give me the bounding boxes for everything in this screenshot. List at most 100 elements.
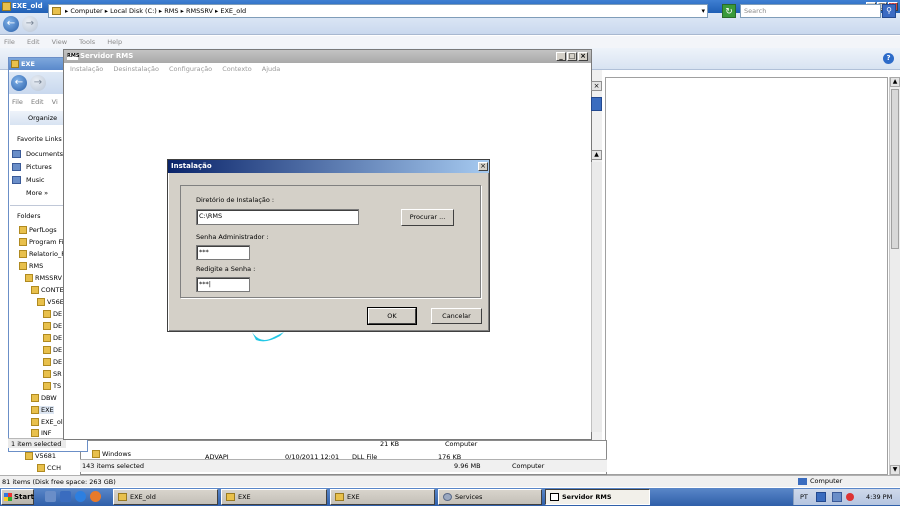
tree-item-selected[interactable]: EXE (31, 406, 54, 414)
refresh-icon[interactable]: ↻ (722, 4, 736, 18)
tree-item[interactable]: V56E (37, 298, 64, 306)
tray-app-icon[interactable] (832, 492, 842, 502)
menu-contexto[interactable]: Contexto (222, 65, 251, 73)
volume-icon[interactable] (846, 493, 854, 501)
background-close-icon[interactable]: × (591, 81, 602, 91)
menu-edit[interactable]: Edit (27, 38, 40, 46)
tree-item[interactable]: DE (43, 346, 62, 354)
minimize-button[interactable]: _ (556, 52, 566, 61)
background-scrollbar[interactable] (591, 162, 602, 432)
tree-item[interactable]: EXE_ol (31, 418, 63, 426)
menu-desinstalacao[interactable]: Desinstalação (113, 65, 159, 73)
scroll-up-icon[interactable]: ▲ (591, 150, 602, 160)
quicklaunch-app-icon[interactable] (90, 491, 101, 502)
ok-button[interactable]: OK (368, 308, 416, 324)
tree-item[interactable]: DE (43, 334, 62, 342)
tree-item[interactable]: PerfLogs (19, 226, 57, 234)
tree-item[interactable]: DBW (31, 394, 57, 402)
tree-item[interactable]: V5681 (25, 452, 56, 460)
quicklaunch-server-manager-icon[interactable] (45, 491, 56, 502)
tree-item[interactable]: DE (43, 310, 62, 318)
scroll-thumb[interactable] (891, 89, 899, 249)
breadcrumb-item[interactable]: RMSSRV (186, 7, 213, 15)
tree-item[interactable]: RMSSRV (25, 274, 62, 282)
confirm-password-input[interactable]: ***| (196, 277, 250, 292)
exe-window-titlebar[interactable]: EXE (9, 58, 69, 70)
menu-edit[interactable]: Edit (31, 98, 44, 106)
rms-window-titlebar[interactable]: RMS Servidor RMS _ □ × (64, 50, 591, 63)
menu-tools[interactable]: Tools (79, 38, 95, 46)
browse-button[interactable]: Procurar ... (401, 209, 454, 226)
vertical-scrollbar[interactable]: ▲ ▼ (889, 77, 900, 475)
language-indicator[interactable]: PT (800, 489, 808, 505)
quicklaunch-show-desktop-icon[interactable] (60, 491, 71, 502)
search-icon[interactable]: ⚲ (882, 4, 896, 18)
tree-item[interactable]: DE (43, 358, 62, 366)
menu-ajuda[interactable]: Ajuda (262, 65, 280, 73)
dialog-close-button[interactable]: × (478, 162, 488, 171)
cancel-button[interactable]: Cancelar (431, 308, 482, 324)
organize-button[interactable]: Organize (10, 111, 68, 125)
maximize-button[interactable]: □ (567, 52, 577, 61)
favorite-pictures[interactable]: Pictures (12, 163, 52, 171)
network-icon[interactable] (816, 492, 826, 502)
favorite-documents[interactable]: Documents (12, 150, 63, 158)
forward-button[interactable]: → (22, 16, 38, 32)
breadcrumb-item[interactable]: Local Disk (C:) (110, 7, 157, 15)
folder-icon (31, 286, 39, 294)
tree-item[interactable]: Relatorio_F (19, 250, 65, 258)
status-location: Computer (798, 475, 842, 487)
tree-item[interactable]: SR (43, 370, 62, 378)
install-dir-input[interactable]: C:\RMS (196, 209, 359, 225)
dialog-titlebar[interactable]: Instalação (168, 160, 489, 173)
rms-window-title: Servidor RMS (80, 52, 134, 60)
menu-file[interactable]: File (12, 98, 23, 106)
task-services[interactable]: Services (438, 489, 542, 505)
menu-instalacao[interactable]: Instalação (70, 65, 103, 73)
task-exe-1[interactable]: EXE (221, 489, 327, 505)
breadcrumb-item[interactable]: EXE_old (220, 7, 246, 15)
task-exe-old[interactable]: EXE_old (113, 489, 218, 505)
favorite-more[interactable]: More » (12, 189, 48, 197)
folder-icon (19, 238, 27, 246)
menu-file[interactable]: File (4, 38, 15, 46)
exe-status-bar: 1 item selected (8, 438, 66, 448)
exe-menubar: File Edit Vi (12, 98, 64, 106)
scroll-up-icon[interactable]: ▲ (890, 77, 900, 87)
tree-item[interactable]: RMS (19, 262, 43, 270)
back-button[interactable]: ← (11, 75, 27, 91)
help-icon[interactable]: ? (883, 53, 894, 64)
start-button[interactable]: Start (1, 489, 34, 505)
tree-item[interactable]: CONTE (31, 286, 64, 294)
back-button[interactable]: ← (3, 16, 19, 32)
tree-item[interactable]: CCH (37, 464, 61, 472)
tree-item-windows[interactable]: Windows (92, 450, 131, 458)
tree-item[interactable]: INF (31, 429, 52, 437)
tree-item[interactable]: DE (43, 322, 62, 330)
search-input[interactable]: Search (740, 4, 881, 18)
favorite-music[interactable]: Music (12, 176, 45, 184)
folder-icon (19, 250, 27, 258)
task-servidor-rms[interactable]: Servidor RMS (545, 489, 650, 505)
menu-configuracao[interactable]: Configuração (169, 65, 212, 73)
menu-help[interactable]: Help (107, 38, 122, 46)
chevron-down-icon[interactable]: ▾ (701, 5, 705, 17)
close-button[interactable]: × (578, 52, 588, 61)
breadcrumb-item[interactable]: Computer (70, 7, 102, 15)
folder-icon (43, 334, 51, 342)
rms-menubar: Instalação Desinstalação Configuração Co… (64, 63, 591, 75)
clock[interactable]: 4:39 PM (866, 489, 892, 505)
address-bar[interactable]: ▸ Computer ▸ Local Disk (C:) ▸ RMS ▸ RMS… (48, 4, 708, 18)
breadcrumb-item[interactable]: RMS (164, 7, 178, 15)
menu-view[interactable]: Vi (52, 98, 58, 106)
scroll-down-icon[interactable]: ▼ (890, 465, 900, 475)
quicklaunch-browser-icon[interactable] (75, 491, 86, 502)
task-exe-2[interactable]: EXE (330, 489, 435, 505)
tree-item[interactable]: TS (43, 382, 61, 390)
tree-item[interactable]: Program Fi (19, 238, 64, 246)
forward-button[interactable]: → (30, 75, 46, 91)
folder-icon (37, 464, 45, 472)
folders-heading: Folders (17, 212, 41, 220)
admin-password-input[interactable]: *** (196, 245, 250, 260)
menu-view[interactable]: View (52, 38, 67, 46)
